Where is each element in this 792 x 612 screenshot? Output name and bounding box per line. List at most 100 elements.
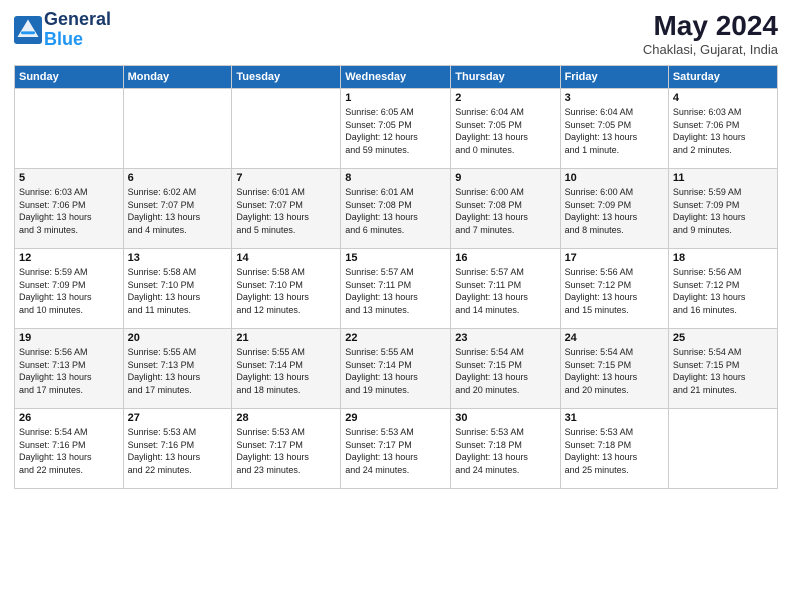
day-cell: 2Sunrise: 6:04 AMSunset: 7:05 PMDaylight…: [451, 89, 560, 169]
day-number: 30: [455, 412, 555, 424]
day-cell: 9 Sunrise: 6:00 AMSunset: 7:08 PMDaylight…: [451, 169, 560, 249]
day-cell: 17 Sunrise: 5:56 AMSunset: 7:12 PMDayligh…: [560, 249, 668, 329]
day-info: Sunrise: 5:54 AMSunset: 7:15 PMDaylight:…: [455, 346, 555, 396]
day-number: 7: [236, 172, 336, 184]
day-cell: 20 Sunrise: 5:55 AMSunset: 7:13 PMDayligh…: [123, 329, 232, 409]
day-cell: 5 Sunrise: 6:03 AMSunset: 7:06 PMDaylight…: [15, 169, 124, 249]
day-info: Sunrise: 5:53 AMSunset: 7:18 PMDaylight:…: [565, 426, 664, 476]
day-info: Sunrise: 5:54 AMSunset: 7:16 PMDaylight:…: [19, 426, 119, 476]
day-number: 6: [128, 172, 228, 184]
day-cell: [15, 89, 124, 169]
day-info: Sunrise: 6:03 AMSunset: 7:06 PMDaylight:…: [673, 106, 773, 156]
logo-text: General Blue: [44, 10, 111, 50]
day-cell: 23 Sunrise: 5:54 AMSunset: 7:15 PMDayligh…: [451, 329, 560, 409]
day-info: Sunrise: 6:05 AMSunset: 7:05 PMDaylight:…: [345, 106, 446, 156]
day-info: Sunrise: 5:53 AMSunset: 7:17 PMDaylight:…: [345, 426, 446, 476]
day-cell: 27Sunrise: 5:53 AMSunset: 7:16 PMDayligh…: [123, 409, 232, 489]
day-cell: 25 Sunrise: 5:54 AMSunset: 7:15 PMDayligh…: [668, 329, 777, 409]
day-number: 19: [19, 332, 119, 344]
day-cell: 1 Sunrise: 6:05 AMSunset: 7:05 PMDaylight…: [341, 89, 451, 169]
col-header-tuesday: Tuesday: [232, 66, 341, 89]
day-cell: 30 Sunrise: 5:53 AMSunset: 7:18 PMDayligh…: [451, 409, 560, 489]
day-cell: 19 Sunrise: 5:56 AMSunset: 7:13 PMDayligh…: [15, 329, 124, 409]
day-info: Sunrise: 6:00 AMSunset: 7:08 PMDaylight:…: [455, 186, 555, 236]
day-cell: 4 Sunrise: 6:03 AMSunset: 7:06 PMDaylight…: [668, 89, 777, 169]
day-cell: 6Sunrise: 6:02 AMSunset: 7:07 PMDaylight…: [123, 169, 232, 249]
day-cell: 22Sunrise: 5:55 AMSunset: 7:14 PMDayligh…: [341, 329, 451, 409]
day-info: Sunrise: 5:55 AMSunset: 7:13 PMDaylight:…: [128, 346, 228, 396]
day-number: 3: [565, 92, 664, 104]
day-number: 4: [673, 92, 773, 104]
week-row-2: 5 Sunrise: 6:03 AMSunset: 7:06 PMDaylight…: [15, 169, 778, 249]
day-number: 17: [565, 252, 664, 264]
col-header-saturday: Saturday: [668, 66, 777, 89]
day-number: 20: [128, 332, 228, 344]
day-number: 1: [345, 92, 446, 104]
day-cell: 31 Sunrise: 5:53 AMSunset: 7:18 PMDayligh…: [560, 409, 668, 489]
day-info: Sunrise: 5:54 AMSunset: 7:15 PMDaylight:…: [673, 346, 773, 396]
day-cell: 3 Sunrise: 6:04 AMSunset: 7:05 PMDaylight…: [560, 89, 668, 169]
day-cell: 28 Sunrise: 5:53 AMSunset: 7:17 PMDayligh…: [232, 409, 341, 489]
day-info: Sunrise: 5:59 AMSunset: 7:09 PMDaylight:…: [673, 186, 773, 236]
header: General Blue May 2024 Chaklasi, Gujarat,…: [14, 10, 778, 57]
day-number: 8: [345, 172, 446, 184]
title-area: May 2024 Chaklasi, Gujarat, India: [643, 10, 778, 57]
day-info: Sunrise: 5:53 AMSunset: 7:18 PMDaylight:…: [455, 426, 555, 476]
col-header-wednesday: Wednesday: [341, 66, 451, 89]
day-info: Sunrise: 5:58 AMSunset: 7:10 PMDaylight:…: [236, 266, 336, 316]
day-number: 25: [673, 332, 773, 344]
logo-line1: General: [44, 10, 111, 30]
day-info: Sunrise: 6:01 AMSunset: 7:07 PMDaylight:…: [236, 186, 336, 236]
day-info: Sunrise: 6:04 AMSunset: 7:05 PMDaylight:…: [565, 106, 664, 156]
day-number: 15: [345, 252, 446, 264]
day-info: Sunrise: 6:00 AMSunset: 7:09 PMDaylight:…: [565, 186, 664, 236]
day-cell: 29 Sunrise: 5:53 AMSunset: 7:17 PMDayligh…: [341, 409, 451, 489]
day-number: 2: [455, 92, 555, 104]
day-cell: 18 Sunrise: 5:56 AMSunset: 7:12 PMDayligh…: [668, 249, 777, 329]
logo: General Blue: [14, 10, 111, 50]
day-cell: 16Sunrise: 5:57 AMSunset: 7:11 PMDayligh…: [451, 249, 560, 329]
week-row-4: 19 Sunrise: 5:56 AMSunset: 7:13 PMDayligh…: [15, 329, 778, 409]
day-info: Sunrise: 5:59 AMSunset: 7:09 PMDaylight:…: [19, 266, 119, 316]
day-info: Sunrise: 5:57 AMSunset: 7:11 PMDaylight:…: [345, 266, 446, 316]
day-number: 10: [565, 172, 664, 184]
week-row-1: 1 Sunrise: 6:05 AMSunset: 7:05 PMDaylight…: [15, 89, 778, 169]
day-cell: 14 Sunrise: 5:58 AMSunset: 7:10 PMDayligh…: [232, 249, 341, 329]
day-cell: 8 Sunrise: 6:01 AMSunset: 7:08 PMDaylight…: [341, 169, 451, 249]
day-number: 16: [455, 252, 555, 264]
day-number: 23: [455, 332, 555, 344]
col-header-friday: Friday: [560, 66, 668, 89]
day-cell: [232, 89, 341, 169]
day-cell: 10 Sunrise: 6:00 AMSunset: 7:09 PMDayligh…: [560, 169, 668, 249]
day-number: 18: [673, 252, 773, 264]
col-header-sunday: Sunday: [15, 66, 124, 89]
day-number: 13: [128, 252, 228, 264]
day-number: 14: [236, 252, 336, 264]
day-info: Sunrise: 6:01 AMSunset: 7:08 PMDaylight:…: [345, 186, 446, 236]
logo-icon: [14, 16, 42, 44]
day-info: Sunrise: 5:54 AMSunset: 7:15 PMDaylight:…: [565, 346, 664, 396]
day-cell: 7 Sunrise: 6:01 AMSunset: 7:07 PMDaylight…: [232, 169, 341, 249]
day-info: Sunrise: 5:56 AMSunset: 7:12 PMDaylight:…: [673, 266, 773, 316]
day-info: Sunrise: 5:55 AMSunset: 7:14 PMDaylight:…: [236, 346, 336, 396]
day-cell: 26Sunrise: 5:54 AMSunset: 7:16 PMDayligh…: [15, 409, 124, 489]
day-cell: 12Sunrise: 5:59 AMSunset: 7:09 PMDayligh…: [15, 249, 124, 329]
day-info: Sunrise: 5:55 AMSunset: 7:14 PMDaylight:…: [345, 346, 446, 396]
day-number: 28: [236, 412, 336, 424]
logo-line2: Blue: [44, 29, 83, 49]
day-number: 5: [19, 172, 119, 184]
day-number: 9: [455, 172, 555, 184]
day-number: 24: [565, 332, 664, 344]
day-cell: 21Sunrise: 5:55 AMSunset: 7:14 PMDayligh…: [232, 329, 341, 409]
day-cell: [123, 89, 232, 169]
day-info: Sunrise: 6:03 AMSunset: 7:06 PMDaylight:…: [19, 186, 119, 236]
day-info: Sunrise: 5:56 AMSunset: 7:13 PMDaylight:…: [19, 346, 119, 396]
day-info: Sunrise: 5:53 AMSunset: 7:17 PMDaylight:…: [236, 426, 336, 476]
day-cell: 11Sunrise: 5:59 AMSunset: 7:09 PMDayligh…: [668, 169, 777, 249]
day-info: Sunrise: 5:56 AMSunset: 7:12 PMDaylight:…: [565, 266, 664, 316]
day-number: 31: [565, 412, 664, 424]
day-number: 29: [345, 412, 446, 424]
location: Chaklasi, Gujarat, India: [643, 42, 778, 57]
day-info: Sunrise: 5:58 AMSunset: 7:10 PMDaylight:…: [128, 266, 228, 316]
day-info: Sunrise: 5:53 AMSunset: 7:16 PMDaylight:…: [128, 426, 228, 476]
